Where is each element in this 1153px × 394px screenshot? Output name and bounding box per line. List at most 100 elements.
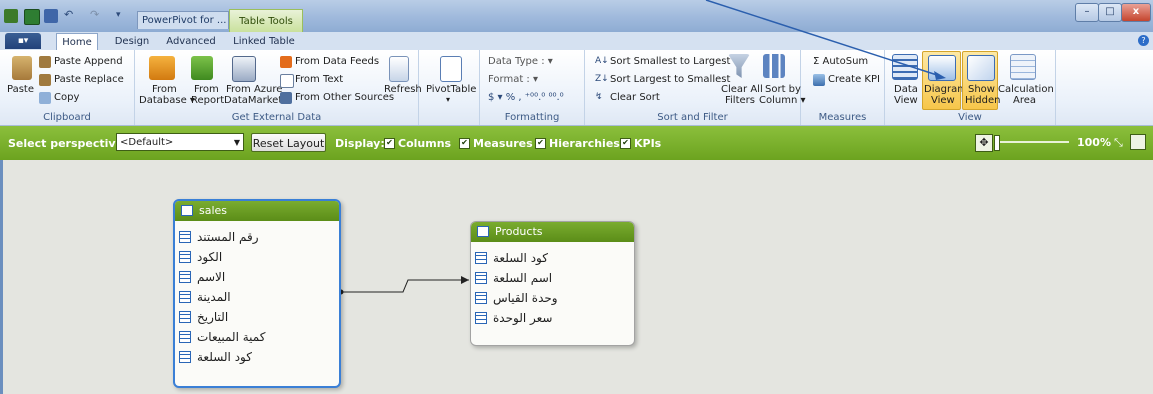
- zoom-fit-icon[interactable]: ⤡: [1114, 136, 1123, 150]
- table-name: Products: [495, 225, 543, 238]
- create-kpi-button[interactable]: Create KPI: [828, 74, 880, 85]
- from-data-feeds-button[interactable]: From Data Feeds: [295, 56, 379, 67]
- measures-checkbox[interactable]: ✔: [459, 138, 470, 149]
- tab-linked-table[interactable]: Linked Table: [230, 33, 298, 50]
- file-menu-button[interactable]: ▪▾: [5, 33, 41, 49]
- data-view-icon[interactable]: [892, 54, 918, 80]
- column-item[interactable]: سعر الوحدة: [471, 308, 634, 328]
- pivottable-dropdown[interactable]: ▾: [446, 95, 450, 104]
- data-type-dropdown[interactable]: Data Type : ▾: [488, 56, 553, 67]
- sort-by-column-button[interactable]: Sort by: [765, 84, 801, 95]
- diagram-canvas[interactable]: sales رقم المستند الكود الاسم المدينة ال…: [0, 160, 1153, 394]
- table-name: sales: [199, 204, 228, 217]
- sort-by-column-button-line2[interactable]: Column ▾: [759, 95, 806, 106]
- autosum-button[interactable]: Σ AutoSum: [813, 56, 868, 67]
- close-button[interactable]: x: [1121, 3, 1151, 22]
- from-azure-button-line2[interactable]: DataMarket: [224, 95, 282, 106]
- column-item[interactable]: كمية المبيعات: [175, 327, 339, 347]
- table-icon: [181, 205, 193, 216]
- column-icon: [179, 231, 191, 243]
- reset-layout-button[interactable]: Reset Layout: [251, 133, 326, 152]
- column-name: كمية المبيعات: [197, 330, 266, 344]
- diagram-view-button[interactable]: Diagram View: [922, 51, 967, 110]
- table-header[interactable]: sales: [175, 201, 339, 221]
- maximize-button[interactable]: □: [1098, 3, 1122, 22]
- column-item[interactable]: الكود: [175, 247, 339, 267]
- columns-checkbox[interactable]: ✔: [384, 138, 395, 149]
- funnel-icon[interactable]: [728, 54, 750, 78]
- table-sales[interactable]: sales رقم المستند الكود الاسم المدينة ال…: [173, 199, 341, 388]
- tab-design[interactable]: Design: [110, 33, 154, 50]
- show-hidden-button[interactable]: Show Hidden: [962, 51, 1000, 110]
- from-database-button-line2[interactable]: Database ▾: [139, 95, 195, 106]
- external-data-group-label: Get External Data: [231, 112, 322, 123]
- measures-group: Σ AutoSum Create KPI Measures: [801, 50, 885, 125]
- column-item[interactable]: المدينة: [175, 287, 339, 307]
- data-view-button[interactable]: Data: [894, 84, 918, 95]
- table-header[interactable]: Products: [471, 222, 634, 242]
- report-icon[interactable]: [191, 56, 213, 80]
- clear-sort-button[interactable]: Clear Sort: [610, 92, 660, 103]
- paste-button[interactable]: Paste: [7, 84, 34, 95]
- column-item[interactable]: اسم السلعة: [471, 268, 634, 288]
- excel-icon[interactable]: [24, 9, 40, 25]
- column-item[interactable]: كود السلعة: [471, 248, 634, 268]
- column-icon: [475, 252, 487, 264]
- save-icon[interactable]: [44, 9, 58, 23]
- tab-advanced[interactable]: Advanced: [164, 33, 218, 50]
- minimize-button[interactable]: –: [1075, 3, 1099, 22]
- kpis-checkbox[interactable]: ✔: [620, 138, 631, 149]
- calculation-area-icon[interactable]: [1010, 54, 1036, 80]
- data-view-button-line2[interactable]: View: [894, 95, 918, 106]
- column-icon: [475, 292, 487, 304]
- column-item[interactable]: وحدة القياس: [471, 288, 634, 308]
- clear-all-filters-button[interactable]: Clear All: [721, 84, 763, 95]
- calculation-area-button[interactable]: Calculation: [998, 84, 1054, 95]
- column-item[interactable]: كود السلعة: [175, 347, 339, 367]
- sort-largest-button[interactable]: Sort Largest to Smallest: [610, 74, 730, 85]
- table-products[interactable]: Products كود السلعة اسم السلعة وحدة القي…: [470, 221, 635, 346]
- from-report-button[interactable]: From: [194, 84, 219, 95]
- sort-smallest-button[interactable]: Sort Smallest to Largest: [610, 56, 730, 67]
- column-item[interactable]: الاسم: [175, 267, 339, 287]
- from-text-button[interactable]: From Text: [295, 74, 343, 85]
- number-format-buttons[interactable]: $ ▾ % , ⁺⁰⁰.⁰ ⁰⁰.⁰: [488, 92, 564, 103]
- copy-button[interactable]: Copy: [54, 92, 79, 103]
- sort-by-column-icon[interactable]: [763, 54, 785, 78]
- pivottable-button[interactable]: PivotTable: [426, 84, 476, 95]
- help-icon[interactable]: ?: [1138, 35, 1149, 46]
- fit-to-screen-icon[interactable]: ✥: [975, 134, 993, 152]
- paste-icon[interactable]: [12, 56, 32, 80]
- perspective-selected-value: <Default>: [120, 137, 174, 148]
- undo-icon[interactable]: ↶: [64, 9, 78, 23]
- paste-replace-button[interactable]: Paste Replace: [54, 74, 124, 85]
- zoom-slider[interactable]: [995, 141, 1069, 143]
- redo-icon[interactable]: ↷: [90, 9, 104, 23]
- azure-datamarket-icon[interactable]: [232, 56, 256, 82]
- from-azure-button[interactable]: From Azure: [226, 84, 282, 95]
- from-other-sources-button[interactable]: From Other Sources: [295, 92, 394, 103]
- powerpivot-icon: [4, 9, 18, 23]
- column-item[interactable]: التاريخ: [175, 307, 339, 327]
- refresh-button[interactable]: Refresh: [384, 84, 422, 95]
- from-database-button[interactable]: From: [152, 84, 177, 95]
- diagram-view-icon: [928, 55, 956, 81]
- minimap-icon[interactable]: [1130, 134, 1146, 150]
- perspective-dropdown[interactable]: <Default> ▼: [116, 133, 244, 151]
- zoom-slider-thumb[interactable]: [994, 135, 1000, 151]
- clear-all-filters-button-line2[interactable]: Filters: [725, 95, 755, 106]
- format-dropdown[interactable]: Format : ▾: [488, 74, 538, 85]
- customize-qat-icon[interactable]: ▾: [116, 9, 130, 23]
- database-icon[interactable]: [149, 56, 175, 80]
- hierarchies-checkbox[interactable]: ✔: [535, 138, 546, 149]
- pivottable-icon[interactable]: [440, 56, 462, 82]
- column-item[interactable]: رقم المستند: [175, 227, 339, 247]
- view-group-label: View: [958, 112, 982, 123]
- window-title: PowerPivot for ...: [137, 11, 229, 29]
- paste-append-button[interactable]: Paste Append: [54, 56, 123, 67]
- refresh-icon[interactable]: [389, 56, 409, 82]
- calculation-area-button-line2[interactable]: Area: [1013, 95, 1036, 106]
- from-report-button-line2[interactable]: Report: [191, 95, 224, 106]
- clipboard-group: Paste Paste Append Paste Replace Copy Cl…: [0, 50, 135, 125]
- other-sources-icon: [280, 92, 292, 104]
